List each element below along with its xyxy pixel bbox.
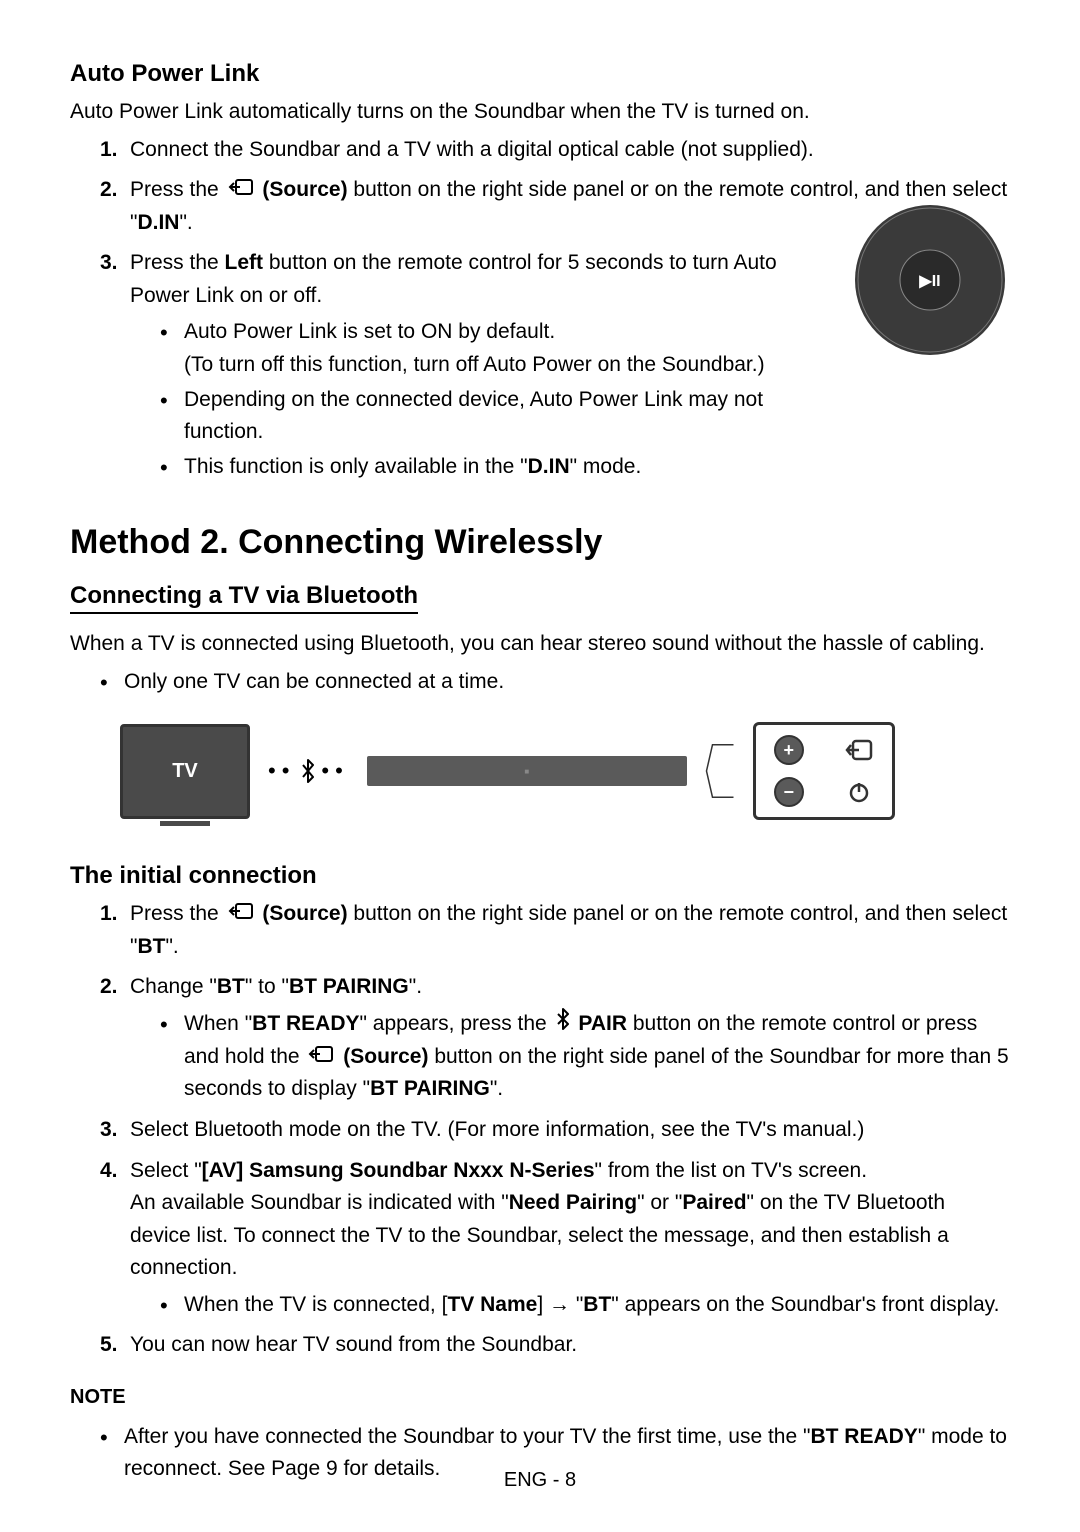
note-label: NOTE <box>70 1386 1010 1409</box>
bracket-icon <box>705 726 735 816</box>
power-icon <box>844 777 874 807</box>
initial-connection-title: The initial connection <box>70 862 1010 890</box>
source-icon <box>228 174 254 207</box>
method2-intro: When a TV is connected using Bluetooth, … <box>70 628 1010 660</box>
page-footer: ENG - 8 <box>504 1469 576 1492</box>
apl-bullet-1: Auto Power Link is set to ON by default.… <box>160 316 830 381</box>
apl-step1: Connect the Soundbar and a TV with a dig… <box>100 134 1010 167</box>
ic-step2: Change "BT" to "BT PAIRING". When "BT RE… <box>100 971 1010 1106</box>
ic-step5: You can now hear TV sound from the Sound… <box>100 1329 1010 1362</box>
apl-intro: Auto Power Link automatically turns on t… <box>70 96 1010 128</box>
apl-bullet-2: Depending on the connected device, Auto … <box>160 384 830 449</box>
control-dial-illustration: ▶II <box>850 200 1010 365</box>
ic-step4-bullets: When the TV is connected, [TV Name] → "B… <box>130 1289 1010 1322</box>
source-panel-icon <box>844 735 874 765</box>
ic-step2-bullet1: When "BT READY" appears, press the PAIR … <box>160 1008 1010 1106</box>
method2-bullet1: Only one TV can be connected at a time. <box>100 666 1010 699</box>
ic-step3: Select Bluetooth mode on the TV. (For mo… <box>100 1114 1010 1147</box>
tv-illustration: TV <box>120 724 250 819</box>
ic-step4: Select "[AV] Samsung Soundbar Nxxx N-Ser… <box>100 1155 1010 1322</box>
ic-step1: Press the (Source) button on the right s… <box>100 898 1010 963</box>
method2-subheading-wrap: Connecting a TV via Bluetooth <box>70 582 1010 628</box>
source-icon <box>228 898 254 931</box>
ic-step4-bullet1: When the TV is connected, [TV Name] → "B… <box>160 1289 1010 1322</box>
bluetooth-diagram: TV •• •• + − <box>70 704 1010 844</box>
remote-panel-illustration: + − <box>753 722 895 820</box>
source-icon <box>308 1041 334 1074</box>
initial-connection-steps: Press the (Source) button on the right s… <box>70 898 1010 1362</box>
ic-step2-bullets: When "BT READY" appears, press the PAIR … <box>130 1008 1010 1106</box>
apl-title: Auto Power Link <box>70 60 1010 88</box>
apl-step3-bullets: Auto Power Link is set to ON by default.… <box>130 316 830 483</box>
method2-heading: Method 2. Connecting Wirelessly <box>70 523 1010 562</box>
volume-down-icon: − <box>774 777 804 807</box>
bluetooth-signal-icon: •• •• <box>268 758 349 784</box>
method2-bullets: Only one TV can be connected at a time. <box>70 666 1010 699</box>
bluetooth-icon <box>556 1008 570 1041</box>
volume-up-icon: + <box>774 735 804 765</box>
method2-subheading: Connecting a TV via Bluetooth <box>70 582 418 614</box>
play-pause-icon: ▶II <box>918 273 940 290</box>
apl-bullet-3: This function is only available in the "… <box>160 451 830 484</box>
soundbar-illustration <box>367 756 687 786</box>
